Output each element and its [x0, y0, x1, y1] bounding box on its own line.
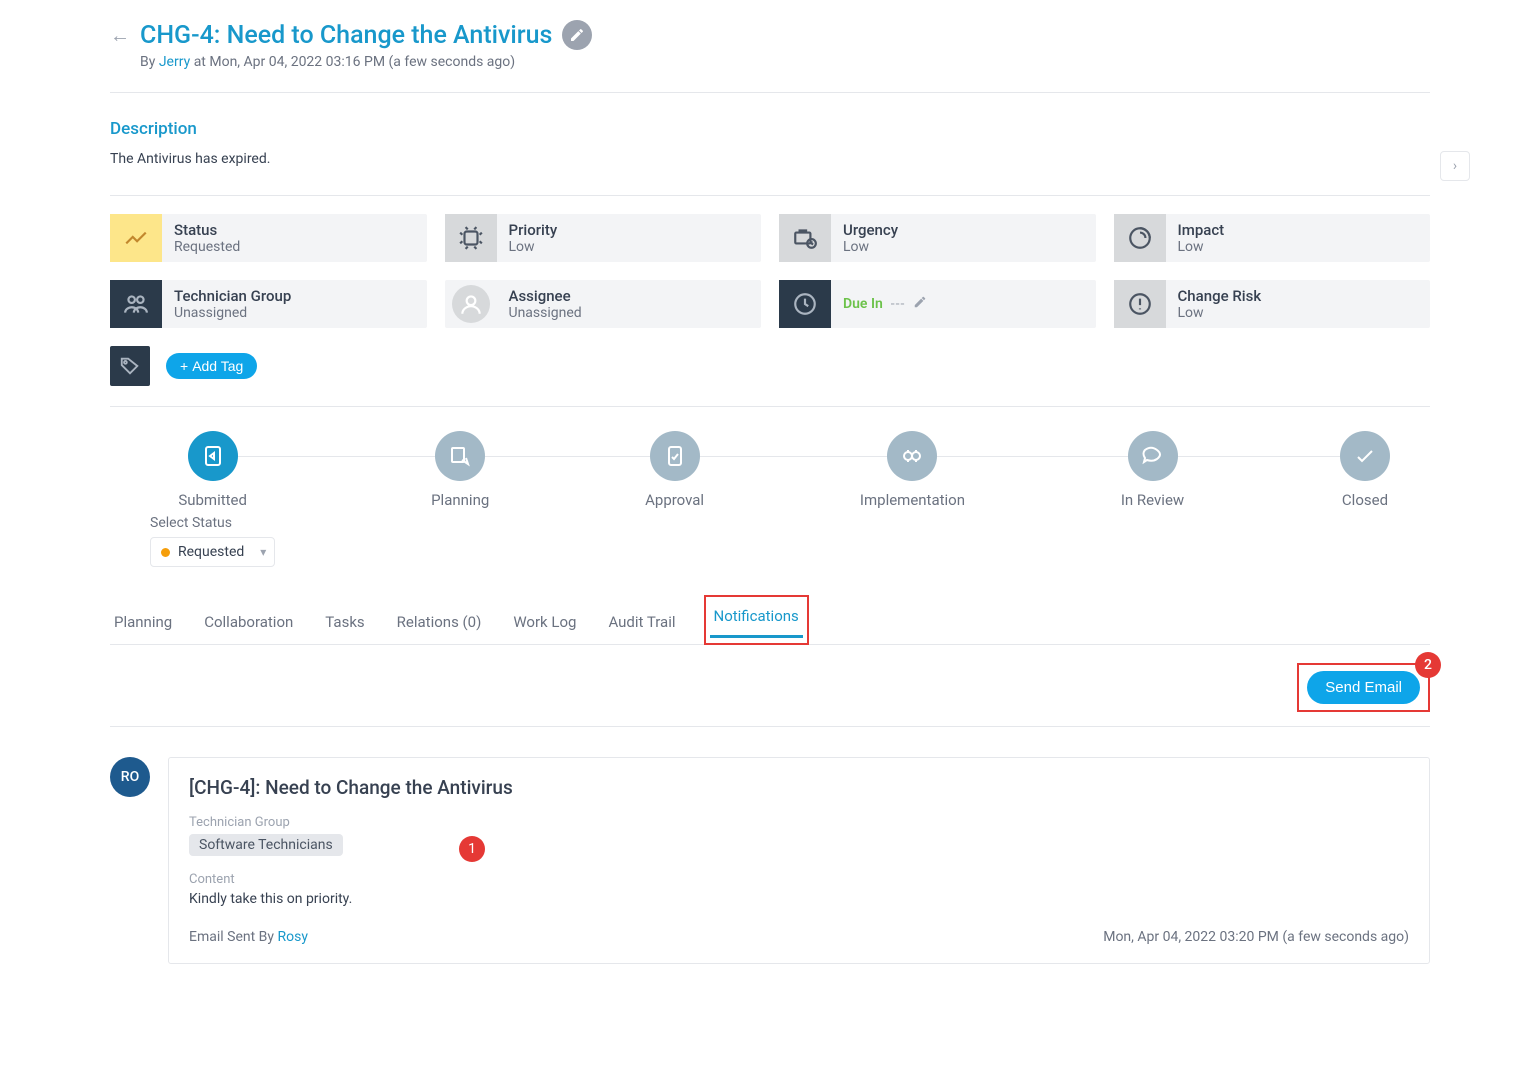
tab-work-log[interactable]: Work Log — [509, 603, 580, 644]
add-tag-button[interactable]: + Add Tag — [166, 353, 257, 379]
tag-icon — [110, 346, 150, 386]
tab-relations[interactable]: Relations (0) — [393, 603, 486, 644]
avatar: RO — [110, 757, 150, 797]
implementation-icon — [887, 431, 937, 481]
notification-title: [CHG-4]: Need to Change the Antivirus — [189, 776, 1409, 799]
assignee-title: Assignee — [509, 287, 582, 305]
notification-tech-group-label: Technician Group — [189, 815, 1409, 830]
author-link[interactable]: Jerry — [159, 54, 190, 70]
priority-value: Low — [509, 239, 558, 255]
assignee-value: Unassigned — [509, 305, 582, 321]
tab-collaboration[interactable]: Collaboration — [200, 603, 297, 644]
stage-label: In Review — [1121, 491, 1184, 509]
notification-content-label: Content — [189, 872, 1409, 887]
card-due-in[interactable]: Due In --- — [779, 280, 1096, 328]
impact-value: Low — [1178, 239, 1225, 255]
notification-sent-by: Email Sent By Rosy — [189, 929, 308, 945]
back-arrow-icon[interactable]: ← — [110, 23, 130, 48]
status-select[interactable]: Requested ▾ — [150, 537, 275, 567]
stage-submitted[interactable]: Submitted Select Status Requested ▾ — [150, 431, 275, 567]
tab-planning[interactable]: Planning — [110, 603, 176, 644]
priority-icon — [445, 214, 497, 262]
status-dot-icon — [161, 548, 170, 557]
notification-card: 1 [CHG-4]: Need to Change the Antivirus … — [168, 757, 1430, 964]
card-urgency[interactable]: Urgency Low — [779, 214, 1096, 262]
card-change-risk[interactable]: Change Risk Low — [1114, 280, 1431, 328]
description-text: The Antivirus has expired. — [110, 151, 270, 167]
impact-title: Impact — [1178, 221, 1225, 239]
stage-label: Implementation — [860, 491, 965, 509]
urgency-value: Low — [843, 239, 898, 255]
add-tag-label: Add Tag — [192, 358, 243, 374]
urgency-title: Urgency — [843, 221, 898, 239]
clock-icon — [779, 280, 831, 328]
due-in-value: --- — [891, 296, 906, 312]
tech-group-title: Technician Group — [174, 287, 291, 305]
approval-icon — [650, 431, 700, 481]
notification-timestamp: Mon, Apr 04, 2022 03:20 PM (a few second… — [1103, 929, 1409, 945]
stage-planning[interactable]: Planning — [431, 431, 489, 509]
tab-tasks[interactable]: Tasks — [321, 603, 368, 644]
sent-by-prefix: Email Sent By — [189, 929, 277, 945]
stage-label: Approval — [645, 491, 704, 509]
notification-tech-group-chip: Software Technicians — [189, 834, 343, 856]
risk-title: Change Risk — [1178, 287, 1262, 305]
status-value: Requested — [174, 239, 240, 255]
callout-badge-1: 1 — [459, 836, 485, 862]
edit-title-button[interactable] — [562, 20, 592, 50]
pencil-icon — [569, 27, 585, 43]
submitted-icon — [188, 431, 238, 481]
card-assignee[interactable]: Assignee Unassigned — [445, 280, 762, 328]
tab-notifications[interactable]: Notifications — [710, 597, 803, 638]
tech-group-icon — [110, 280, 162, 328]
assignee-icon — [452, 285, 490, 323]
chevron-down-icon: ▾ — [260, 545, 266, 559]
description-heading: Description — [110, 119, 1430, 139]
page-title: CHG-4: Need to Change the Antivirus — [140, 21, 552, 50]
stage-implementation[interactable]: Implementation — [860, 431, 965, 509]
stage-closed[interactable]: Closed — [1340, 431, 1390, 509]
urgency-icon — [779, 214, 831, 262]
priority-title: Priority — [509, 221, 558, 239]
expand-description-button[interactable]: › — [1440, 151, 1470, 181]
card-status[interactable]: Status Requested — [110, 214, 427, 262]
notification-content: Kindly take this on priority. — [189, 891, 1409, 907]
card-impact[interactable]: Impact Low — [1114, 214, 1431, 262]
stage-label: Submitted — [178, 491, 247, 509]
edit-due-button[interactable] — [913, 295, 927, 313]
stage-label: Closed — [1342, 491, 1388, 509]
status-title: Status — [174, 221, 240, 239]
closed-icon — [1340, 431, 1390, 481]
by-prefix: By — [140, 54, 159, 70]
by-suffix: at Mon, Apr 04, 2022 03:16 PM (a few sec… — [190, 54, 515, 70]
risk-value: Low — [1178, 305, 1262, 321]
select-status-label: Select Status — [150, 515, 232, 531]
tab-audit-trail[interactable]: Audit Trail — [604, 603, 679, 644]
stage-approval[interactable]: Approval — [645, 431, 704, 509]
callout-notifications-tab: Notifications — [704, 595, 809, 645]
tabs: Planning Collaboration Tasks Relations (… — [110, 603, 1430, 645]
callout-badge-2: 2 — [1415, 652, 1441, 678]
planning-icon — [435, 431, 485, 481]
callout-send-email: 2 Send Email — [1297, 663, 1430, 712]
card-priority[interactable]: Priority Low — [445, 214, 762, 262]
review-icon — [1128, 431, 1178, 481]
card-technician-group[interactable]: Technician Group Unassigned — [110, 280, 427, 328]
plus-icon: + — [180, 358, 188, 374]
status-select-value: Requested — [178, 544, 244, 560]
impact-icon — [1114, 214, 1166, 262]
risk-icon — [1114, 280, 1166, 328]
stage-label: Planning — [431, 491, 489, 509]
byline: By Jerry at Mon, Apr 04, 2022 03:16 PM (… — [140, 54, 1430, 70]
tech-group-value: Unassigned — [174, 305, 291, 321]
due-in-label: Due In — [843, 296, 883, 312]
stage-in-review[interactable]: In Review — [1121, 431, 1184, 509]
send-email-button[interactable]: Send Email — [1307, 671, 1420, 704]
status-icon — [110, 214, 162, 262]
sent-by-user-link[interactable]: Rosy — [277, 929, 307, 945]
